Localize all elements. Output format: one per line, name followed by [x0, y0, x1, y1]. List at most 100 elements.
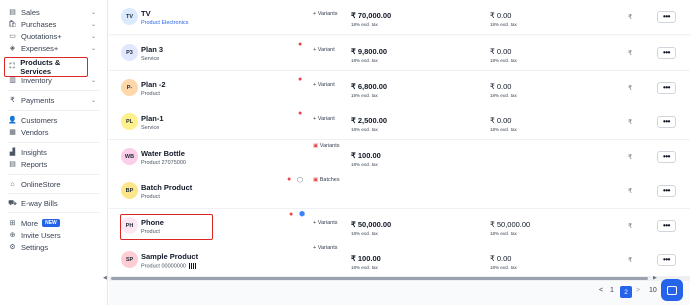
scroll-left-icon[interactable]: ◀	[103, 275, 107, 281]
scrollbar-thumb[interactable]	[111, 277, 648, 280]
more-options-button[interactable]: •••	[657, 254, 676, 266]
table-row[interactable]: P- Plan -2 Product ● + Variant ₹ 6,800.0…	[109, 71, 690, 106]
horizontal-scrollbar[interactable]: ◀ ▶	[103, 275, 690, 281]
scroll-right-icon[interactable]: ▶	[653, 275, 657, 281]
avatar: P-	[121, 79, 138, 96]
page-2-button[interactable]: 2	[620, 286, 632, 298]
table-row[interactable]: PL Plan-1 Service ● + Variant ₹ 2,500.00…	[109, 105, 690, 140]
selling-price: ₹ 100.00	[351, 151, 381, 160]
more-options-button[interactable]: •••	[657, 151, 676, 163]
ellipsis-icon: •••	[663, 83, 670, 92]
sidebar-item-label: More	[21, 218, 39, 228]
sidebar-item-label: Quotations+	[21, 31, 62, 41]
table-row[interactable]: TV TV Product Electronics + Variants ₹ 7…	[109, 0, 690, 35]
avatar: P3	[121, 44, 138, 61]
tax-label: 18% excl. tax	[351, 265, 378, 270]
store-icon: ⌂	[10, 180, 15, 188]
sidebar-item-label: Payments	[21, 95, 55, 105]
sidebar-item-payments[interactable]: ₹ Payments ⌄	[8, 93, 100, 107]
ellipsis-icon: •••	[663, 186, 670, 195]
barcode-icon	[188, 263, 196, 269]
batches-label: Batches	[319, 177, 340, 183]
column-c-value: ₹	[628, 257, 633, 264]
add-variants-button[interactable]: + Variants	[313, 245, 338, 251]
cube-icon: ⬢	[299, 211, 306, 218]
tax-label: 18% excl. tax	[490, 93, 517, 98]
sidebar-item-label: Purchases	[21, 19, 57, 29]
sidebar-item-expenses[interactable]: ◈ Expenses+ ⌄	[8, 41, 100, 55]
product-name[interactable]: Plan-1	[141, 114, 164, 123]
reports-icon: ▤	[9, 161, 16, 168]
sidebar-item-onlinestore[interactable]: ⌂ OnlineStore	[8, 177, 100, 191]
column-c-value: ₹	[628, 50, 633, 57]
sidebar-item-settings[interactable]: ⚙ Settings	[8, 240, 100, 254]
table-row[interactable]: P3 Plan 3 Service ● + Variant ₹ 9,800.00…	[109, 36, 690, 71]
sidebar: ▤ Sales ⌄ 🛍 Purchases ⌄ ▭ Quotations+ ⌄ …	[0, 0, 108, 305]
sidebar-divider	[8, 110, 100, 111]
selling-price: ₹ 2,500.00	[351, 116, 388, 125]
avatar: TV	[121, 8, 138, 25]
sidebar-item-label: Inventory	[21, 75, 52, 85]
chevron-down-icon: ⌄	[90, 77, 96, 84]
more-options-button[interactable]: •••	[657, 116, 676, 128]
tax-label: 18% excl. tax	[351, 127, 378, 132]
product-name[interactable]: Batch Product	[141, 183, 192, 192]
variants-button[interactable]: ▣ Variants	[313, 143, 340, 149]
sidebar-item-label: Reports	[21, 159, 48, 169]
next-page-button[interactable]: >	[636, 287, 640, 294]
product-name[interactable]: Water Bottle	[141, 149, 185, 158]
sidebar-item-label: Insights	[21, 147, 47, 157]
product-name[interactable]: Plan -2	[141, 80, 166, 89]
ellipsis-icon: •••	[663, 48, 670, 57]
more-options-button[interactable]: •••	[657, 82, 676, 94]
sidebar-item-label: OnlineStore	[21, 179, 61, 189]
chat-button[interactable]	[661, 279, 683, 301]
avatar: BP	[121, 182, 138, 199]
batches-button[interactable]: ▣ Batches	[313, 177, 340, 183]
sidebar-divider	[8, 142, 100, 143]
product-name[interactable]: Plan 3	[141, 45, 163, 54]
tax-label: 18% excl. tax	[490, 265, 517, 270]
product-name[interactable]: Sample Product	[141, 252, 198, 261]
sidebar-item-reports[interactable]: ▤ Reports	[8, 157, 100, 171]
rupee-icon: ₹	[10, 97, 15, 104]
add-variants-button[interactable]: + Variant	[313, 116, 335, 122]
add-variants-button[interactable]: + Variants	[313, 11, 338, 17]
add-variants-button[interactable]: + Variants	[313, 220, 338, 226]
product-name[interactable]: TV	[141, 9, 151, 18]
sidebar-item-inventory[interactable]: ▥ Inventory ⌄	[8, 73, 100, 87]
more-options-button[interactable]: •••	[657, 47, 676, 59]
page-10-button[interactable]: 10	[649, 287, 657, 294]
avatar: PL	[121, 113, 138, 130]
add-variants-button[interactable]: + Variant	[313, 47, 335, 53]
tax-label: 18% excl. tax	[351, 162, 378, 167]
column-c-value: ₹	[628, 85, 633, 92]
sidebar-divider	[8, 90, 100, 91]
sidebar-item-vendors[interactable]: ▦ Vendors	[8, 125, 100, 139]
column-c-value: ₹	[628, 14, 633, 21]
sidebar-item-label: Invite Users	[21, 230, 61, 240]
tax-label: 18% excl. tax	[490, 58, 517, 63]
page-1-button[interactable]: 1	[610, 287, 614, 294]
globe-icon: ●	[287, 176, 292, 183]
more-options-button[interactable]: •••	[657, 185, 676, 197]
tax-label: 18% excl. tax	[490, 22, 517, 27]
tax-label: 18% excl. tax	[351, 58, 378, 63]
phone-highlight	[120, 214, 213, 240]
table-row[interactable]: WB Water Bottle Product 27075000 ▣ Varia…	[109, 140, 690, 175]
ellipsis-icon: •••	[663, 255, 670, 264]
box-icon: ⬡	[297, 177, 304, 184]
table-row[interactable]: SP Sample Product Product 00000000 + Var…	[109, 243, 690, 278]
sidebar-item-eway-bills[interactable]: ⛟ E-way Bills	[8, 196, 100, 210]
batches-icon: ▣	[313, 177, 320, 183]
table-row[interactable]: BP Batch Product Product ● ⬡ ▣ Batches ₹…	[109, 174, 690, 209]
prev-page-button[interactable]: <	[599, 287, 603, 294]
product-type: Product 27075000	[141, 160, 186, 166]
purchase-price: ₹ 0.00	[490, 11, 512, 20]
more-options-button[interactable]: •••	[657, 11, 676, 23]
product-type: Product Electronics	[141, 20, 189, 26]
more-options-button[interactable]: •••	[657, 220, 676, 232]
product-type: Service	[141, 125, 160, 131]
add-variants-button[interactable]: + Variant	[313, 82, 335, 88]
purchase-price: ₹ 0.00	[490, 47, 512, 56]
